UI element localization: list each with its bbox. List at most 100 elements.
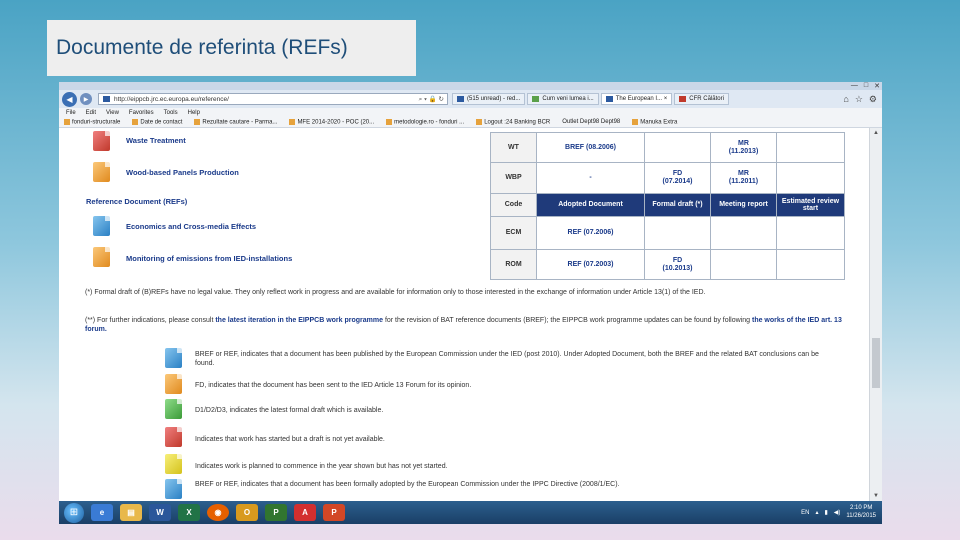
scrollbar-thumb[interactable]	[872, 338, 880, 388]
page-icon	[194, 118, 201, 125]
address-text: http://eippcb.jrc.ec.europa.eu/reference…	[114, 95, 229, 103]
cell-meeting[interactable]: MR (11.2011)	[710, 162, 777, 194]
favorite-item[interactable]: Manuka Extra	[632, 118, 677, 125]
vertical-scrollbar[interactable]: ▲ ▼	[869, 128, 882, 501]
footnote-work-programme: (**) For further indications, please con…	[85, 317, 842, 334]
tab-strip: (515 unread) - red... Cum veni lumea i..…	[452, 93, 729, 105]
legend-blue-icon	[165, 479, 182, 499]
table-row: ECM REF (07.2006)	[490, 216, 845, 250]
cell-code: ECM	[490, 216, 537, 250]
favorite-item[interactable]: Rezultate cautare - Parma...	[194, 118, 277, 125]
tab-2[interactable]: Cum veni lumea i...	[527, 93, 599, 105]
legend-red-icon	[165, 427, 182, 447]
forward-button[interactable]: ▶	[80, 93, 92, 105]
taskbar: ⊞ e ▤ W X ◉ O P A P EN ▴ ▮ ◀) 2:10 PM 11…	[59, 501, 882, 524]
cell-code: WBP	[490, 162, 537, 194]
header-review: Estimated review start	[776, 193, 845, 217]
cell-meeting	[710, 216, 777, 250]
cell-formal[interactable]: FD (10.2013)	[644, 249, 711, 280]
page-icon	[632, 118, 639, 125]
link-work-programme[interactable]: the latest iteration in the EIPPCB work …	[215, 317, 383, 324]
page-icon	[132, 118, 139, 125]
cell-adopted[interactable]: BREF (08.2006)	[536, 132, 645, 163]
link-wood-panels[interactable]: Wood-based Panels Production	[126, 168, 239, 177]
clock[interactable]: 2:10 PM 11/26/2015	[846, 505, 876, 519]
taskbar-explorer-icon[interactable]: ▤	[120, 504, 142, 521]
tray-arrow-icon[interactable]: ▴	[815, 509, 818, 516]
star-icon	[64, 118, 70, 125]
minimize-icon[interactable]: —	[851, 82, 858, 90]
scroll-down-icon[interactable]: ▼	[873, 493, 879, 499]
start-button[interactable]: ⊞	[64, 502, 84, 523]
network-icon[interactable]: ▮	[824, 509, 827, 516]
favorite-item[interactable]: Logout :24 Banking BCR	[476, 118, 550, 125]
header-code: Code	[490, 193, 537, 217]
legend-fd: FD, indicates that the document has been…	[195, 382, 472, 389]
menu-help[interactable]: Help	[188, 110, 200, 116]
taskbar-powerpoint-icon[interactable]: P	[323, 504, 345, 521]
taskbar-outlook-icon[interactable]: O	[236, 504, 258, 521]
legend-bref-ied: BREF or REF, indicates that a document h…	[195, 351, 819, 368]
favorite-item[interactable]: Outlet Dept98 Dept98	[562, 119, 620, 125]
window-titlebar: — □ ✕	[59, 82, 882, 90]
eu-flag-icon	[605, 96, 613, 102]
address-bar[interactable]: http://eippcb.jrc.ec.europa.eu/reference…	[98, 93, 448, 105]
cell-adopted[interactable]: REF (07.2003)	[536, 249, 645, 280]
cell-meeting[interactable]: MR (11.2013)	[710, 132, 777, 163]
menu-tools[interactable]: Tools	[164, 110, 178, 116]
link-economics[interactable]: Economics and Cross-media Effects	[126, 222, 256, 231]
menu-view[interactable]: View	[106, 110, 119, 116]
legend-started: Indicates that work has started but a dr…	[195, 436, 385, 443]
legend-bref-ippc: BREF or REF, indicates that a document h…	[195, 481, 620, 488]
document-orange-icon	[93, 247, 110, 267]
volume-icon[interactable]: ◀)	[834, 509, 841, 516]
close-icon[interactable]: ✕	[874, 82, 880, 90]
cell-review	[776, 216, 845, 250]
favorites-star-icon[interactable]: ☆	[855, 94, 863, 105]
favorite-item[interactable]: fonduri-structurale	[64, 118, 120, 125]
page-content: Waste Treatment Wood-based Panels Produc…	[59, 128, 869, 501]
taskbar-firefox-icon[interactable]: ◉	[207, 504, 229, 521]
header-adopted: Adopted Document	[536, 193, 645, 217]
language-indicator[interactable]: EN	[801, 510, 809, 516]
favorite-item[interactable]: MFE 2014-2020 - POC (20...	[289, 118, 374, 125]
cell-review	[776, 162, 845, 194]
taskbar-acrobat-icon[interactable]: A	[294, 504, 316, 521]
tab-3[interactable]: The European I... ×	[600, 93, 673, 105]
tab-1[interactable]: (515 unread) - red...	[452, 93, 526, 105]
taskbar-excel-icon[interactable]: X	[178, 504, 200, 521]
search-icon[interactable]: ⌕ ▾ 🔒 ↻	[419, 95, 447, 104]
menu-edit[interactable]: Edit	[86, 110, 96, 116]
page-icon	[289, 118, 296, 125]
browser-screenshot: — □ ✕ ◀ ▶ http://eippcb.jrc.ec.europa.eu…	[59, 82, 882, 524]
clock-date: 11/26/2015	[846, 512, 876, 519]
menu-favorites[interactable]: Favorites	[129, 110, 154, 116]
page-favicon-icon	[103, 96, 110, 102]
taskbar-word-icon[interactable]: W	[149, 504, 171, 521]
cell-review	[776, 132, 845, 163]
cell-formal	[644, 216, 711, 250]
favorite-item[interactable]: Date de contact	[132, 118, 182, 125]
link-waste-treatment[interactable]: Waste Treatment	[126, 136, 186, 145]
favorite-item[interactable]: metodologie.ro - fonduri ...	[386, 118, 464, 125]
taskbar-project-icon[interactable]: P	[265, 504, 287, 521]
page-icon	[532, 96, 540, 102]
system-tray: EN ▴ ▮ ◀) 2:10 PM 11/26/2015	[801, 505, 882, 519]
link-monitoring[interactable]: Monitoring of emissions from IED-install…	[126, 254, 292, 263]
legend-orange-icon	[165, 374, 182, 394]
cell-adopted[interactable]: REF (07.2006)	[536, 216, 645, 250]
maximize-icon[interactable]: □	[864, 82, 868, 90]
menu-file[interactable]: File	[66, 110, 76, 116]
navigation-bar: ◀ ▶ http://eippcb.jrc.ec.europa.eu/refer…	[59, 90, 882, 108]
slide-title-box: Documente de referinta (REFs)	[47, 20, 416, 76]
gear-icon[interactable]: ⚙	[869, 94, 877, 105]
back-button[interactable]: ◀	[62, 91, 77, 107]
cell-meeting	[710, 249, 777, 280]
legend-planned: Indicates work is planned to commence in…	[195, 463, 448, 470]
tab-4[interactable]: CFR Călători	[674, 93, 729, 105]
page-icon	[476, 118, 483, 125]
home-icon[interactable]: ⌂	[843, 94, 848, 105]
cell-formal[interactable]: FD (07.2014)	[644, 162, 711, 194]
scroll-up-icon[interactable]: ▲	[873, 130, 879, 136]
taskbar-ie-icon[interactable]: e	[91, 504, 113, 521]
